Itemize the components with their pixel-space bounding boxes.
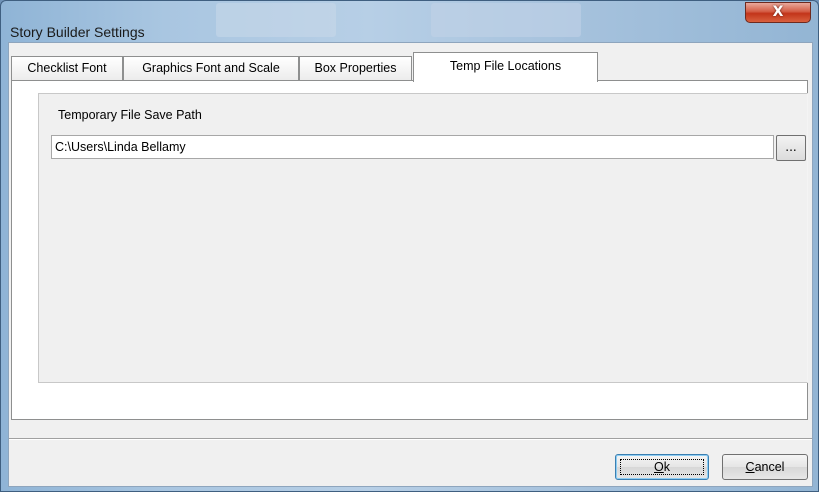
tab-temp-file-locations[interactable]: Temp File Locations	[413, 52, 598, 82]
titlebar-glass-decoration	[431, 3, 581, 37]
cancel-rest: ancel	[754, 460, 785, 474]
window-title: Story Builder Settings	[10, 24, 145, 40]
temp-path-input[interactable]	[51, 135, 774, 159]
temp-path-label: Temporary File Save Path	[58, 108, 202, 122]
close-icon: X	[772, 4, 784, 20]
ok-mnemonic: O	[654, 460, 664, 474]
temp-path-group: Temporary File Save Path ...	[38, 93, 808, 383]
cancel-mnemonic: C	[745, 460, 755, 474]
titlebar-glass-decoration	[216, 3, 336, 37]
tab-panel-temp-file-locations: Temporary File Save Path ...	[11, 80, 808, 420]
tab-label: Temp File Locations	[449, 59, 562, 73]
title-bar[interactable]: Story Builder Settings X	[1, 1, 818, 41]
tab-label: Graphics Font and Scale	[142, 61, 280, 75]
tab-graphics-font-and-scale[interactable]: Graphics Font and Scale	[123, 56, 299, 80]
ok-button-label: Ok	[654, 460, 670, 474]
cancel-button[interactable]: Cancel	[722, 454, 808, 480]
ok-rest: k	[663, 460, 670, 474]
dialog-window: Story Builder Settings X Checklist Font …	[0, 0, 819, 492]
browse-button[interactable]: ...	[776, 135, 806, 161]
ok-button[interactable]: Ok	[615, 454, 709, 480]
tab-box-properties[interactable]: Box Properties	[299, 56, 412, 80]
tab-checklist-font[interactable]: Checklist Font	[11, 56, 123, 80]
cancel-button-label: Cancel	[746, 460, 785, 474]
dialog-client-area: Checklist Font Graphics Font and Scale B…	[8, 42, 813, 487]
footer-divider	[9, 438, 812, 440]
browse-label: ...	[785, 140, 797, 154]
tab-label: Box Properties	[314, 61, 397, 75]
tab-label: Checklist Font	[27, 61, 107, 75]
close-button[interactable]: X	[745, 2, 811, 23]
